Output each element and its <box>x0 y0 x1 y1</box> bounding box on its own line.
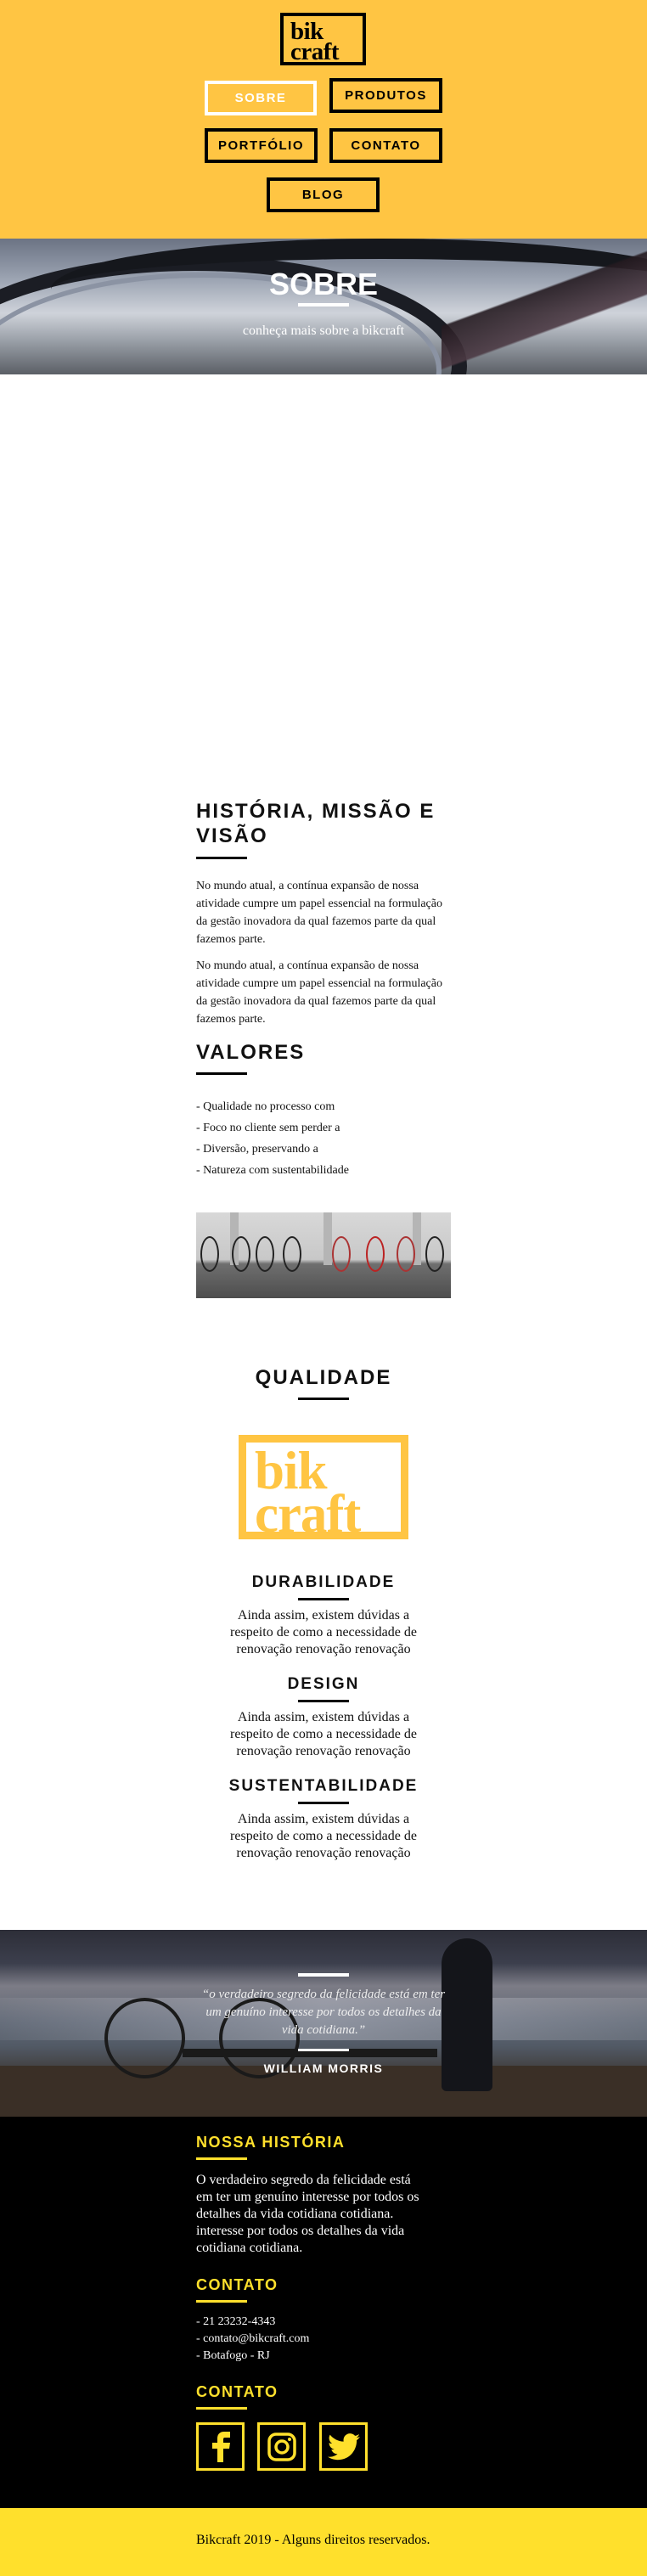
photo-bike-wheel <box>200 1236 219 1272</box>
nav-produtos-button[interactable]: PRODUTOS <box>329 78 442 113</box>
photo-bike-wheel <box>332 1236 351 1272</box>
quote-top-divider <box>298 1973 349 1977</box>
photo-bike-wheel <box>366 1236 385 1272</box>
history-title: HISTÓRIA, MISSÃO E VISÃO <box>196 800 436 847</box>
nav-contato-button[interactable]: CONTATO <box>329 128 442 163</box>
instagram-link[interactable] <box>257 2422 306 2471</box>
list-item: - Natureza com sustentabilidade <box>196 1164 349 1177</box>
quote-author: WILLIAM MORRIS <box>263 2061 384 2075</box>
footer-history-title: NOSSA HISTÓRIA <box>196 2134 346 2151</box>
photo-bike-wheel <box>256 1236 274 1272</box>
copyright-bar: Bikcraft 2019 - Alguns direitos reservad… <box>0 2508 647 2576</box>
list-item: - Foco no cliente sem perder a <box>196 1122 340 1134</box>
history-underline <box>196 857 247 859</box>
bicycle-frame-image <box>442 239 647 374</box>
photo-bike-wheel <box>425 1236 444 1272</box>
feature-title-durabilidade: DURABILIDADE <box>251 1573 396 1591</box>
bikcraft-big-logo: bik craft <box>239 1435 408 1544</box>
nav-sobre-button[interactable]: SOBRE <box>205 81 317 115</box>
logo-line-2: craft <box>290 38 340 65</box>
photo-bike-wheel <box>232 1236 250 1272</box>
site-header: bik craft SOBRE PRODUTOS PORTFÓLIO CONTA… <box>0 0 647 239</box>
facebook-icon <box>211 2431 230 2462</box>
photo-bike-wheel <box>283 1236 301 1272</box>
contact-phone: - 21 23232-4343 <box>196 2315 276 2328</box>
feature-title-sustentabilidade: SUSTENTABILIDADE <box>228 1777 419 1795</box>
values-title: VALORES <box>196 1041 306 1064</box>
list-item: - Qualidade no processo com <box>196 1100 335 1113</box>
footer-social-title: CONTATO <box>196 2383 278 2400</box>
quality-title: QUALIDADE <box>255 1366 392 1389</box>
feature-underline <box>298 1802 349 1804</box>
values-underline <box>196 1072 247 1075</box>
feature-title-design: DESIGN <box>287 1675 360 1693</box>
contact-address: - Botafogo - RJ <box>196 2349 270 2362</box>
history-paragraph-2: No mundo atual, a contínua expansão de n… <box>196 959 442 1026</box>
hero-title: SOBRE <box>268 267 379 301</box>
footer-history-text: O verdadeiro segredo da felicidade está … <box>196 2173 419 2255</box>
feature-text-design: Ainda assim, existem dúvidas a respeito … <box>230 1710 417 1758</box>
photo-pillar <box>324 1212 332 1265</box>
footer-contact-underline <box>196 2300 247 2303</box>
hero-banner: SOBRE conheça mais sobre a bikcraft <box>0 239 647 374</box>
feature-text-durabilidade: Ainda assim, existem dúvidas a respeito … <box>230 1608 417 1656</box>
feature-text-sustentabilidade: Ainda assim, existem dúvidas a respeito … <box>230 1812 417 1860</box>
feature-underline <box>298 1700 349 1702</box>
bikcraft-logo[interactable]: bik craft <box>280 13 366 65</box>
quote-text: “o verdadeiro segredo da felicidade está… <box>201 1988 446 2037</box>
footer-social-underline <box>196 2407 247 2410</box>
history-paragraph-1: No mundo atual, a contínua expansão de n… <box>196 880 442 946</box>
copyright-text: Bikcraft 2019 - Alguns direitos reservad… <box>196 2533 430 2547</box>
list-item: - Diversão, preservando a <box>196 1143 318 1156</box>
hero-divider <box>298 303 349 307</box>
twitter-icon <box>327 2433 360 2460</box>
contact-email[interactable]: - contato@bikcraft.com <box>196 2331 309 2348</box>
quote-bottom-divider <box>298 2049 349 2051</box>
quote-banner: “o verdadeiro segredo da felicidade está… <box>0 1930 647 2117</box>
photo-bike-wheel <box>397 1236 415 1272</box>
footer-contact-title: CONTATO <box>196 2276 278 2293</box>
hero-subtitle: conheça mais sobre a bikcraft <box>242 323 405 338</box>
bikes-photo <box>196 1212 451 1298</box>
footer-history-underline <box>196 2157 247 2160</box>
facebook-link[interactable] <box>196 2422 245 2471</box>
quality-underline <box>298 1398 349 1400</box>
twitter-link[interactable] <box>319 2422 368 2471</box>
nav-portfolio-button[interactable]: PORTFÓLIO <box>205 128 318 163</box>
big-logo-line-2: craft <box>255 1484 361 1544</box>
instagram-icon <box>267 2432 296 2461</box>
footer-contact-list: - 21 23232-4343 - contato@bikcraft.com -… <box>196 2314 309 2365</box>
feature-underline <box>298 1598 349 1600</box>
values-list: - Qualidade no processo com - Foco no cl… <box>196 1096 349 1181</box>
nav-blog-button[interactable]: BLOG <box>267 177 380 212</box>
